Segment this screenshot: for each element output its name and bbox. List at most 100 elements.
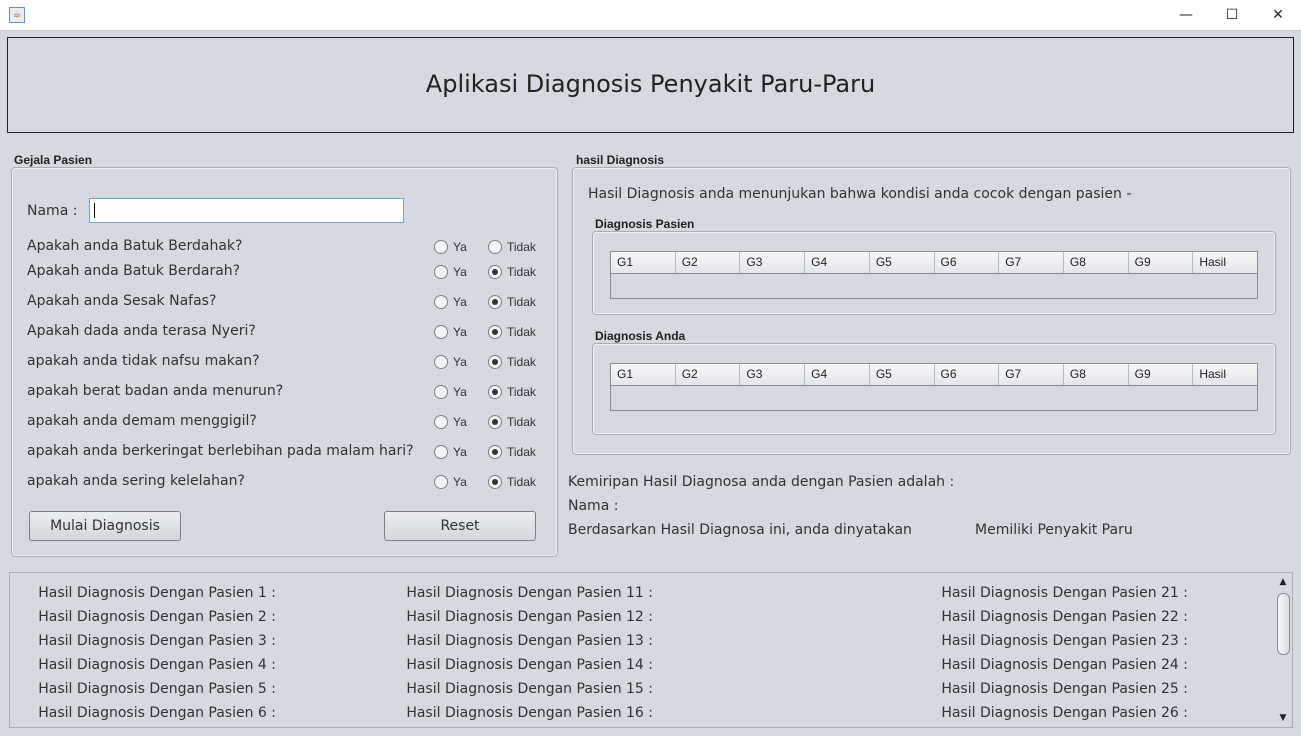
column-header[interactable]: G5 [870,364,935,385]
radio-tidak-label[interactable]: Tidak [507,240,536,254]
scroll-up-arrow-icon[interactable]: ▲ [1276,575,1290,589]
pasien-result-label: Hasil Diagnosis Dengan Pasien 15 : [406,681,653,697]
radio-ya-label[interactable]: Ya [453,265,467,279]
hasil-section-label: hasil Diagnosis [576,153,665,167]
radio-tidak-label[interactable]: Tidak [507,385,536,399]
radio-ya[interactable] [434,265,448,279]
radio-ya-label[interactable]: Ya [453,415,467,429]
pasien-result-label: Hasil Diagnosis Dengan Pasien 24 : [941,657,1188,673]
pasien-results-scrollpane[interactable]: Hasil Diagnosis Dengan Pasien 1 : Hasil D… [9,572,1293,728]
question-label: apakah anda demam menggigil? [27,413,257,429]
column-header[interactable]: G1 [611,252,676,273]
radio-ya[interactable] [434,445,448,459]
scrollbar-thumb[interactable] [1277,593,1290,655]
pasien-result-label: Hasil Diagnosis Dengan Pasien 23 : [941,633,1188,649]
radio-tidak[interactable] [488,415,502,429]
column-header[interactable]: G1 [611,364,676,385]
diagnosis-anda-table[interactable]: G1 G2 G3 G4 G5 G6 G7 G8 G9 Hasil [610,363,1258,411]
close-button[interactable]: ✕ [1255,0,1301,30]
column-header[interactable]: G6 [935,252,1000,273]
app-title: Aplikasi Diagnosis Penyakit Paru-Paru [425,70,876,98]
scroll-down-arrow-icon[interactable]: ▼ [1276,711,1290,725]
column-header[interactable]: G7 [999,364,1064,385]
column-header[interactable]: G4 [805,252,870,273]
radio-tidak[interactable] [488,385,502,399]
radio-tidak-label[interactable]: Tidak [507,355,536,369]
column-header[interactable]: G2 [676,364,741,385]
nama-input[interactable] [89,198,404,223]
column-header[interactable]: G7 [999,252,1064,273]
pasien-result-label: Hasil Diagnosis Dengan Pasien 22 : [941,609,1188,625]
pasien-result-label: Hasil Diagnosis Dengan Pasien 16 : [406,705,653,721]
radio-ya-label[interactable]: Ya [453,475,467,489]
column-header[interactable]: G8 [1064,364,1129,385]
vertical-scrollbar[interactable]: ▲ ▼ [1276,575,1290,725]
column-header[interactable]: G3 [740,252,806,273]
radio-ya[interactable] [434,385,448,399]
radio-tidak-label[interactable]: Tidak [507,445,536,459]
question-label: apakah anda tidak nafsu makan? [27,353,260,369]
radio-tidak[interactable] [488,240,502,254]
pasien-result-label: Hasil Diagnosis Dengan Pasien 1 : [38,585,276,601]
pasien-result-label: Hasil Diagnosis Dengan Pasien 2 : [38,609,276,625]
radio-ya-label[interactable]: Ya [453,385,467,399]
pasien-result-label: Hasil Diagnosis Dengan Pasien 4 : [38,657,276,673]
column-header[interactable]: G5 [870,252,935,273]
radio-tidak[interactable] [488,355,502,369]
minimize-button[interactable]: — [1163,0,1209,30]
question-label: Apakah dada anda terasa Nyeri? [27,323,256,339]
question-label: apakah anda sering kelelahan? [27,473,245,489]
radio-ya-label[interactable]: Ya [453,240,467,254]
hasil-nama-text: Nama : [568,498,619,514]
radio-tidak[interactable] [488,475,502,489]
hasil-intro-text: Hasil Diagnosis anda menunjukan bahwa ko… [588,186,1132,202]
column-header[interactable]: G8 [1064,252,1129,273]
radio-ya-label[interactable]: Ya [453,355,467,369]
radio-tidak-label[interactable]: Tidak [507,265,536,279]
pasien-result-label: Hasil Diagnosis Dengan Pasien 5 : [38,681,276,697]
radio-ya-label[interactable]: Ya [453,325,467,339]
column-header[interactable]: Hasil [1193,252,1257,273]
maximize-button[interactable]: ☐ [1209,0,1255,30]
pasien-result-label: Hasil Diagnosis Dengan Pasien 13 : [406,633,653,649]
radio-ya[interactable] [434,355,448,369]
radio-tidak[interactable] [488,445,502,459]
radio-tidak[interactable] [488,295,502,309]
radio-ya[interactable] [434,415,448,429]
reset-button[interactable]: Reset [384,511,536,541]
radio-tidak-label[interactable]: Tidak [507,295,536,309]
pasien-result-label: Hasil Diagnosis Dengan Pasien 6 : [38,705,276,721]
question-label: Apakah anda Batuk Berdahak? [27,238,243,254]
radio-tidak[interactable] [488,265,502,279]
pasien-result-label: Hasil Diagnosis Dengan Pasien 26 : [941,705,1188,721]
pasien-result-label: Hasil Diagnosis Dengan Pasien 3 : [38,633,276,649]
column-header[interactable]: G9 [1129,364,1194,385]
nama-label: Nama : [27,203,78,219]
radio-tidak[interactable] [488,325,502,339]
column-header[interactable]: G6 [935,364,1000,385]
radio-ya-label[interactable]: Ya [453,445,467,459]
java-cup-icon[interactable]: ☕ [9,7,25,23]
column-header[interactable]: G2 [676,252,741,273]
pasien-result-label: Hasil Diagnosis Dengan Pasien 14 : [406,657,653,673]
pasien-result-label: Hasil Diagnosis Dengan Pasien 11 : [406,585,653,601]
result-text: Memiliki Penyakit Paru [975,522,1133,538]
radio-tidak-label[interactable]: Tidak [507,415,536,429]
radio-ya[interactable] [434,295,448,309]
mulai-diagnosis-button[interactable]: Mulai Diagnosis [29,511,181,541]
radio-tidak-label[interactable]: Tidak [507,325,536,339]
pasien-result-label: Hasil Diagnosis Dengan Pasien 21 : [941,585,1188,601]
radio-ya-label[interactable]: Ya [453,295,467,309]
column-header[interactable]: Hasil [1193,364,1257,385]
radio-tidak-label[interactable]: Tidak [507,475,536,489]
window-titlebar: ☕ — ☐ ✕ [0,0,1301,31]
column-header[interactable]: G9 [1129,252,1194,273]
column-header[interactable]: G4 [805,364,870,385]
radio-ya[interactable] [434,325,448,339]
column-header[interactable]: G3 [740,364,806,385]
question-label: Apakah anda Sesak Nafas? [27,293,217,309]
diagnosis-pasien-table[interactable]: G1 G2 G3 G4 G5 G6 G7 G8 G9 Hasil [610,251,1258,299]
question-label: apakah berat badan anda menurun? [27,383,284,399]
radio-ya[interactable] [434,240,448,254]
radio-ya[interactable] [434,475,448,489]
